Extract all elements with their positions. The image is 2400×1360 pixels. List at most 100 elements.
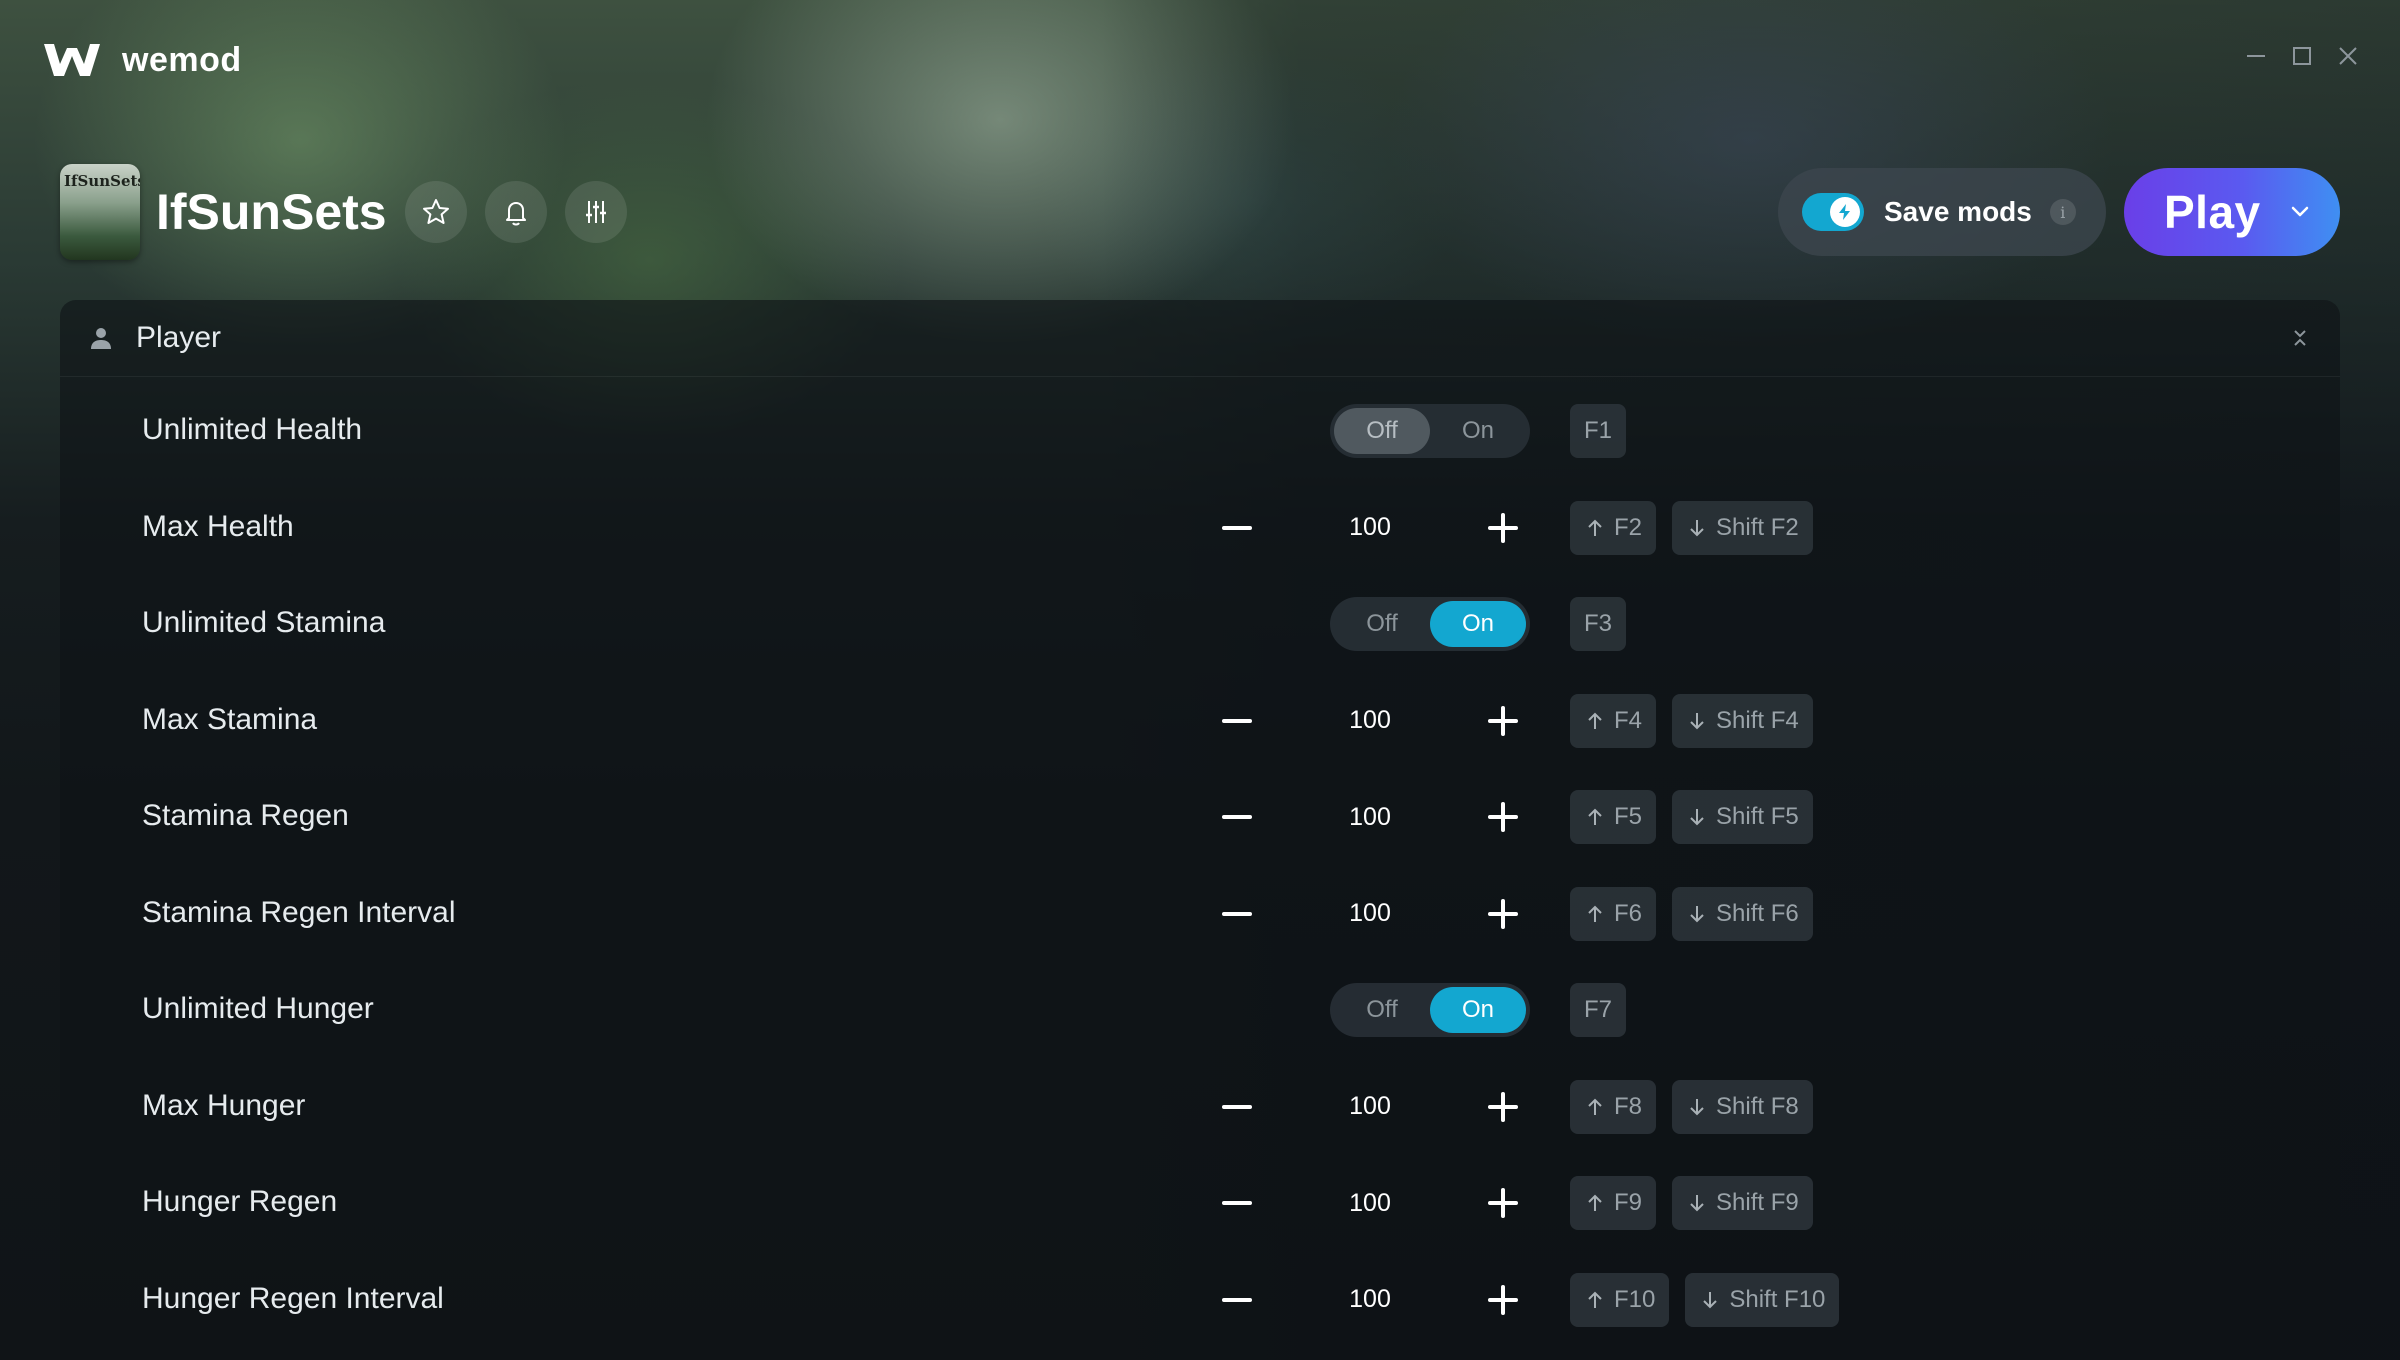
hotkey-increase[interactable]: F5 xyxy=(1570,790,1657,844)
sliders-icon xyxy=(585,201,606,223)
mod-row: Max Stamina 100 F4 Shift F4 xyxy=(60,672,2340,768)
mod-label: Unlimited Health xyxy=(142,413,363,446)
increase-button[interactable] xyxy=(1476,1080,1530,1134)
hotkey-increase[interactable]: F10 xyxy=(1570,1272,1670,1327)
mod-row: Hunger Regen Interval 100 F10 Shift F10 xyxy=(60,1251,2340,1347)
minus-icon xyxy=(1222,1104,1252,1109)
hotkey-label: Shift F9 xyxy=(1716,1189,1799,1216)
hotkey-increase[interactable]: F9 xyxy=(1570,1176,1657,1230)
mod-row: Stamina Regen 100 F5 Shift F5 xyxy=(60,768,2340,864)
hotkeys: F7 xyxy=(1570,983,1627,1037)
mod-toggle[interactable]: Off On xyxy=(1330,404,1530,458)
notifications-button[interactable] xyxy=(484,181,547,243)
plus-icon xyxy=(1488,512,1518,543)
person-icon xyxy=(91,328,111,349)
collapse-icon[interactable] xyxy=(2288,326,2312,350)
mod-stepper: 100 xyxy=(1210,694,1530,748)
toggle-off-option[interactable]: Off xyxy=(1334,408,1430,454)
mod-value[interactable]: 100 xyxy=(1306,1080,1434,1134)
plus-icon xyxy=(1488,705,1518,736)
increase-button[interactable] xyxy=(1476,501,1530,555)
mod-value[interactable]: 100 xyxy=(1306,1273,1434,1327)
hotkey-increase[interactable]: F6 xyxy=(1570,886,1657,941)
mod-label: Stamina Regen xyxy=(142,799,349,832)
mod-toggle[interactable]: Off On xyxy=(1330,983,1530,1037)
hotkey-decrease[interactable]: Shift F8 xyxy=(1672,1079,1813,1134)
plus-icon xyxy=(1488,1091,1518,1122)
favorite-button[interactable] xyxy=(404,181,467,243)
decrease-button[interactable] xyxy=(1210,1273,1264,1327)
app-logo: wemod xyxy=(40,38,242,82)
hotkey-label: F5 xyxy=(1614,803,1643,830)
mod-settings-button[interactable] xyxy=(564,181,627,243)
increase-button[interactable] xyxy=(1476,1176,1530,1230)
arrow-up-icon xyxy=(1588,1291,1602,1308)
hotkey-decrease[interactable]: Shift F10 xyxy=(1685,1272,1840,1327)
decrease-button[interactable] xyxy=(1210,1176,1264,1230)
lightning-icon xyxy=(1839,204,1850,220)
toggle-off-option[interactable]: Off xyxy=(1334,601,1430,647)
decrease-button[interactable] xyxy=(1210,790,1264,844)
play-button[interactable]: Play xyxy=(2124,168,2340,256)
close-icon[interactable] xyxy=(2336,44,2360,68)
mod-stepper: 100 xyxy=(1210,501,1530,555)
hotkey-decrease[interactable]: Shift F4 xyxy=(1672,693,1813,748)
hotkey-label: Shift F2 xyxy=(1716,513,1799,541)
minimize-icon[interactable] xyxy=(2244,44,2268,68)
toggle-off-option[interactable]: Off xyxy=(1334,987,1430,1033)
hotkey-increase[interactable]: F4 xyxy=(1570,693,1657,748)
hotkeys: F6 Shift F6 xyxy=(1570,886,1813,941)
mod-row: Unlimited Stamina Off On F3 xyxy=(60,575,2340,671)
mod-value[interactable]: 100 xyxy=(1306,790,1434,844)
mod-value[interactable]: 100 xyxy=(1306,887,1434,941)
save-mods-toggle[interactable] xyxy=(1802,193,1864,231)
toggle-on-option[interactable]: On xyxy=(1430,987,1526,1033)
mod-label: Max Stamina xyxy=(142,702,318,736)
toggle-on-option[interactable]: On xyxy=(1430,408,1526,454)
mod-toggle[interactable]: Off On xyxy=(1330,597,1530,651)
increase-button[interactable] xyxy=(1476,1273,1530,1327)
decrease-button[interactable] xyxy=(1210,501,1264,555)
bell-icon xyxy=(505,202,526,226)
decrease-button[interactable] xyxy=(1210,1080,1264,1134)
chevron-down-icon[interactable] xyxy=(2287,199,2313,225)
mod-row: Max Hunger 100 F8 Shift F8 xyxy=(60,1058,2340,1154)
hotkeys: F10 Shift F10 xyxy=(1570,1272,1840,1327)
hotkey-toggle[interactable]: F3 xyxy=(1570,597,1627,651)
hotkey-increase[interactable]: F2 xyxy=(1570,500,1657,555)
mod-value[interactable]: 100 xyxy=(1306,694,1434,748)
mod-value[interactable]: 100 xyxy=(1306,501,1434,555)
maximize-icon[interactable] xyxy=(2290,44,2314,68)
arrow-down-icon xyxy=(1690,519,1704,536)
mod-value[interactable]: 100 xyxy=(1306,1176,1434,1230)
minus-icon xyxy=(1222,1201,1252,1205)
hotkey-decrease[interactable]: Shift F9 xyxy=(1672,1176,1813,1230)
minus-icon xyxy=(1222,1297,1252,1302)
hotkey-decrease[interactable]: Shift F6 xyxy=(1672,886,1813,941)
plus-icon xyxy=(1488,1284,1518,1315)
app-name: wemod xyxy=(122,40,242,79)
category-header-player[interactable]: Player xyxy=(60,300,2340,377)
info-icon[interactable]: i xyxy=(2049,199,2076,225)
increase-button[interactable] xyxy=(1476,790,1530,844)
arrow-up-icon xyxy=(1588,905,1602,922)
hotkey-decrease[interactable]: Shift F5 xyxy=(1672,790,1813,844)
plus-icon xyxy=(1488,898,1518,929)
toggle-on-option[interactable]: On xyxy=(1430,601,1526,647)
increase-button[interactable] xyxy=(1476,694,1530,748)
hotkeys: F3 xyxy=(1570,597,1627,651)
hotkey-decrease[interactable]: Shift F2 xyxy=(1672,500,1813,555)
arrow-down-icon xyxy=(1690,809,1704,826)
play-label: Play xyxy=(2164,186,2261,238)
decrease-button[interactable] xyxy=(1210,887,1264,941)
game-thumbnail-text: IfSunSets xyxy=(64,172,140,190)
mod-label: Unlimited Hunger xyxy=(142,992,374,1025)
hotkey-label: F1 xyxy=(1584,417,1613,444)
hotkey-toggle[interactable]: F7 xyxy=(1570,983,1627,1037)
decrease-button[interactable] xyxy=(1210,694,1264,748)
plus-icon xyxy=(1488,802,1518,832)
increase-button[interactable] xyxy=(1476,887,1530,941)
save-mods-control[interactable]: Save mods i xyxy=(1778,168,2106,256)
hotkey-increase[interactable]: F8 xyxy=(1570,1079,1657,1134)
hotkey-toggle[interactable]: F1 xyxy=(1570,404,1627,458)
